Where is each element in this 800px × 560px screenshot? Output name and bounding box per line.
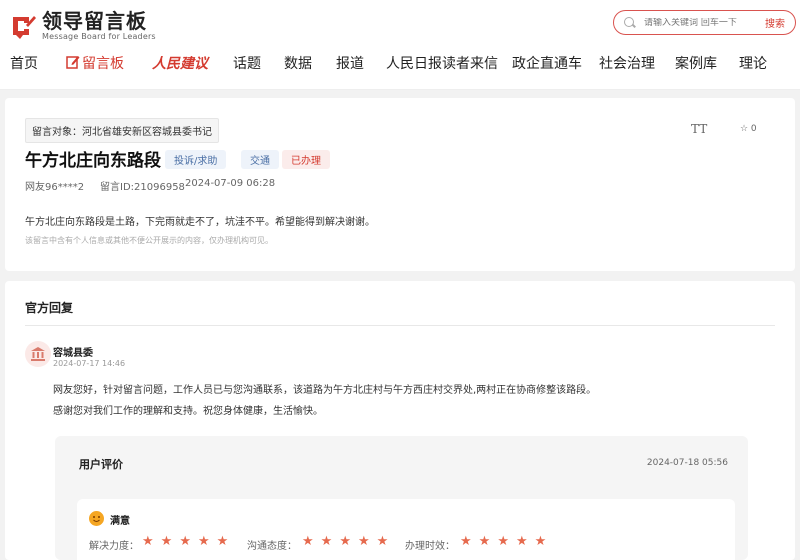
message-target: 留言对象：河北省雄安新区容城县委书记 xyxy=(25,118,219,143)
nav-item-readers-letters[interactable]: 人民日报读者来信 xyxy=(386,53,498,73)
star-rating: ★ ★ ★ ★ ★ xyxy=(460,535,553,549)
nav-item-topics[interactable]: 话题 xyxy=(233,53,261,73)
rating-label: 沟通态度： xyxy=(247,541,297,552)
message-body: 午方北庄向东路段是土路，下完雨就走不了，坑洼不平。希望能得到解决谢谢。 xyxy=(25,217,375,228)
nav-item-message-board[interactable]: 留言板 xyxy=(66,53,124,73)
rating-label: 解决力度： xyxy=(89,541,139,552)
type-badge: 投诉/求助 xyxy=(165,150,227,169)
nav-item-social-governance[interactable]: 社会治理 xyxy=(599,53,655,73)
message-author: 网友96****2 xyxy=(25,182,85,193)
logo-subtitle: Message Board for Leaders xyxy=(42,32,156,41)
star-icon: ★ xyxy=(339,534,351,549)
star-icon: ★ xyxy=(460,534,472,549)
reply-section-title: 官方回复 xyxy=(25,301,74,315)
nav-item-people-suggestion[interactable]: 人民建议 xyxy=(152,53,208,73)
search-icon xyxy=(624,16,636,29)
message-card: 留言对象：河北省雄安新区容城县委书记 TT ☆ 0 午方北庄向东路段 投诉/求助… xyxy=(5,98,795,271)
satisfaction-label: 满意 xyxy=(110,516,130,527)
evaluation-title: 用户评价 xyxy=(79,458,123,471)
logo-mark-icon xyxy=(10,13,36,39)
evaluation-detail: 满意 解决力度： ★ ★ ★ ★ ★ 沟通态度： ★ ★ ★ ★ ★ 办理时效： ★ ★ ★ ★ ★ xyxy=(77,499,735,560)
top-header: 领导留言板 Message Board for Leaders 搜索 首页 留言… xyxy=(0,0,800,90)
star-icon: ★ xyxy=(515,534,528,549)
reply-card: 官方回复 容城县委 2024-07-17 14:46 网友您好，针对留言问题，工… xyxy=(5,281,795,560)
search-input[interactable] xyxy=(644,17,765,28)
star-icon: ★ xyxy=(357,534,370,549)
reply-text-line: 网友您好，针对留言问题，工作人员已与您沟通联系，该道路为午方北庄村与午方西庄村交… xyxy=(53,385,597,396)
star-icon: ★ xyxy=(142,534,154,549)
star-icon: ★ xyxy=(216,534,229,549)
rating-label: 办理时效： xyxy=(405,541,455,552)
star-icon: ★ xyxy=(197,534,210,549)
star-icon: ★ xyxy=(478,534,491,549)
star-icon: ★ xyxy=(376,534,389,549)
privacy-note: 该留言中含有个人信息或其他不便公开展示的内容，仅办理机构可见。 xyxy=(25,236,273,245)
main-nav: 首页 留言板 人民建议 话题 数据 报道 人民日报读者来信 政企直通车 社会治理… xyxy=(0,50,800,76)
status-badge: 已办理 xyxy=(282,150,330,169)
evaluation-date: 2024-07-18 05:56 xyxy=(646,458,728,468)
star-icon: ★ xyxy=(179,534,191,549)
message-date: 2024-07-09 06:28 xyxy=(185,178,276,189)
reply-org-name: 容城县委 xyxy=(53,348,93,359)
search-box: 搜索 xyxy=(613,10,796,35)
star-icon: ★ xyxy=(534,534,547,549)
nav-item-enterprise[interactable]: 政企直通车 xyxy=(512,53,582,73)
star-rating: ★ ★ ★ ★ ★ xyxy=(302,535,395,549)
reply-text-line: 感谢您对我们工作的理解和支持。祝您身体健康，生活愉快。 xyxy=(53,406,323,417)
nav-item-data[interactable]: 数据 xyxy=(284,53,312,73)
star-icon: ★ xyxy=(160,534,173,549)
site-logo[interactable]: 领导留言板 Message Board for Leaders xyxy=(10,10,156,42)
nav-item-label: 留言板 xyxy=(82,56,124,72)
nav-item-home[interactable]: 首页 xyxy=(10,53,38,73)
star-icon: ★ xyxy=(497,534,509,549)
edit-icon xyxy=(66,55,80,69)
reply-date: 2024-07-17 14:46 xyxy=(53,359,126,368)
evaluation-box: 用户评价 2024-07-18 05:56 满意 解决力度： ★ ★ ★ ★ ★ 沟通态… xyxy=(55,436,748,560)
category-badge: 交通 xyxy=(241,150,279,169)
smile-face-icon xyxy=(89,511,104,526)
star-icon: ★ xyxy=(320,534,333,549)
search-button[interactable]: 搜索 xyxy=(765,15,785,30)
message-title: 午方北庄向东路段 xyxy=(25,151,161,171)
nav-item-theory[interactable]: 理论 xyxy=(739,53,767,73)
message-id: 留言ID:21096958 xyxy=(100,182,185,193)
star-icon: ★ xyxy=(302,534,314,549)
star-rating: ★ ★ ★ ★ ★ xyxy=(142,535,235,549)
logo-title: 领导留言板 xyxy=(42,9,147,33)
divider xyxy=(25,325,775,326)
government-building-icon xyxy=(25,341,51,367)
nav-item-case-library[interactable]: 案例库 xyxy=(675,53,717,73)
favorite-button[interactable]: ☆ 0 xyxy=(740,124,757,134)
font-size-button[interactable]: TT xyxy=(691,122,707,136)
nav-item-reports[interactable]: 报道 xyxy=(336,53,364,73)
rmrb-logo-text: 人民建议 xyxy=(152,56,208,72)
